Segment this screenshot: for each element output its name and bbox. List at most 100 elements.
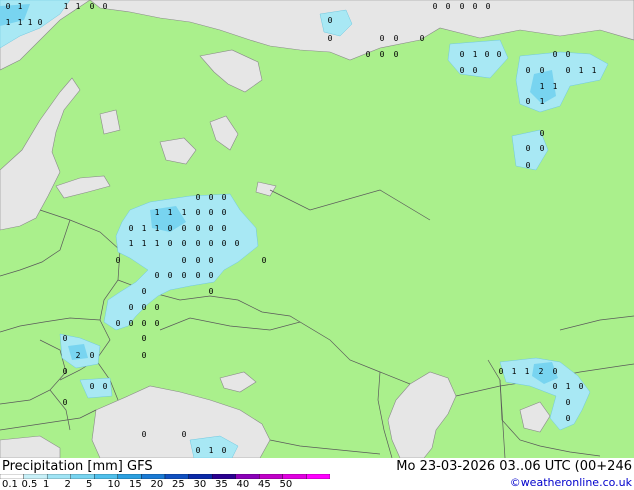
value-label: 0 [460,66,465,75]
value-label: 0 [155,319,160,328]
value-label: 0 [103,382,108,391]
value-label: 0 [222,224,227,233]
value-label: 0 [129,224,134,233]
value-label: 0 [380,50,385,59]
value-label: 0 [526,97,531,106]
value-label: 0 [540,129,545,138]
value-label: 0 [196,224,201,233]
value-label: 0 [420,34,425,43]
value-label: 0 [485,50,490,59]
value-label: 0 [196,193,201,202]
value-label: 1 [142,224,147,233]
value-label: 0 [222,208,227,217]
credit-link[interactable]: ©weatheronline.co.uk [510,476,632,489]
value-label: 0 [394,50,399,59]
value-label: 0 [460,2,465,11]
value-label: 1 [28,18,33,27]
value-label: 0 [196,446,201,455]
legend-title: Precipitation [mm] GFS [2,459,153,474]
value-label: 1 [155,239,160,248]
value-label: 1 [6,18,11,27]
value-label: 0 [446,2,451,11]
value-label: 0 [116,256,121,265]
value-label: 1 [579,66,584,75]
legend-model: GFS [127,459,153,474]
color-scale-labels: 0.1 0.5 1 2 5 10 15 20 25 30 35 40 45 50 [0,480,330,490]
value-label: 0 [473,2,478,11]
legend-bar: Precipitation [mm] GFS Mo 23-03-2026 03.… [0,458,634,490]
lake-small-north [99,109,121,135]
scale-tick-label: 45 [258,479,271,490]
value-label: 0 [328,34,333,43]
value-label: 1 [182,208,187,217]
value-label: 0 [209,271,214,280]
value-label: 1 [76,2,81,11]
value-label: 0 [209,208,214,217]
value-label: 0 [168,239,173,248]
value-label: 1 [512,367,517,376]
value-label: 0 [222,193,227,202]
value-label: 0 [235,239,240,248]
value-label: 1 [592,66,597,75]
value-label: 0 [380,34,385,43]
value-label: 0 [90,351,95,360]
value-label: 0 [566,414,571,423]
value-label: 2 [539,367,544,376]
scale-tick-label: 25 [172,479,185,490]
value-label: 0 [182,224,187,233]
value-label: 0 [90,382,95,391]
value-label: 0 [155,271,160,280]
value-label: 0 [142,351,147,360]
value-label: 1 [168,208,173,217]
value-label: 1 [64,2,69,11]
value-label: 0 [328,16,333,25]
value-label: 0 [566,66,571,75]
scale-tick-label: 1 [43,479,50,490]
value-label: 1 [129,239,134,248]
value-label: 2 [76,351,81,360]
value-label: 0 [262,256,267,265]
value-label: 1 [155,224,160,233]
scale-tick-label: 40 [236,479,250,490]
value-label: 0 [526,66,531,75]
value-label: 0 [182,256,187,265]
value-label: 0 [103,2,108,11]
value-label: 0 [526,161,531,170]
precipitation-map: 00 0 0 00 0 0 0 1 0 0 0 00 0 0 0 0 1 11 10 100 000 0 01 1 1 0 0 00 1… [0,0,634,458]
value-label: 1 [473,50,478,59]
value-label: 0 [366,50,371,59]
value-label: 0 [209,287,214,296]
value-label: 0 [182,239,187,248]
value-label: 0 [90,2,95,11]
scale-tick-label: 5 [86,479,93,490]
value-label: 0 [142,319,147,328]
value-label: 0 [168,224,173,233]
value-label: 1 [18,2,23,11]
value-label: 1 [540,97,545,106]
value-label: 0 [63,398,68,407]
value-label: 0 [486,2,491,11]
value-label: 0 [209,256,214,265]
forecast-datetime: Mo 23-03-2026 03..06 UTC (00+246 [396,459,632,474]
scale-tick-label: 35 [215,479,228,490]
value-label: 1 [566,382,571,391]
value-label: 0 [460,50,465,59]
value-label: 0 [129,319,134,328]
scale-tick-label: 20 [150,479,164,490]
value-label: 0 [142,430,147,439]
scale-tick-label: 50 [279,479,293,490]
value-label: 1 [18,18,23,27]
value-label: 1 [142,239,147,248]
legend-title-text: Precipitation [mm] [2,459,123,474]
value-label: 0 [497,50,502,59]
value-label: 0 [222,239,227,248]
value-label: 0 [196,271,201,280]
value-label: 0 [433,2,438,11]
value-label: 0 [129,303,134,312]
value-label: 1 [540,82,545,91]
scale-tick-label: 0.1 [2,479,18,490]
value-label: 0 [540,144,545,153]
scale-swatch [306,474,330,479]
value-label: 0 [553,382,558,391]
value-label: 0 [142,334,147,343]
